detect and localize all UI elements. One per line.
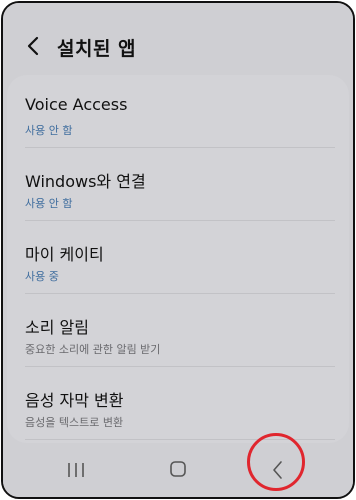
list-item-windows-link[interactable]: Windows와 연결 사용 안 함 bbox=[7, 148, 349, 220]
item-description: 중요한 소리에 관한 알림 받기 bbox=[25, 343, 161, 356]
item-description: 음성을 텍스트로 변환 bbox=[25, 416, 124, 429]
item-status: 사용 안 함 bbox=[25, 124, 73, 137]
item-title: 소리 알림 bbox=[25, 318, 89, 337]
item-status: 사용 중 bbox=[25, 270, 59, 283]
list-item-voice-access[interactable]: Voice Access 사용 안 함 bbox=[7, 75, 349, 147]
back-button-highlight-circle bbox=[247, 433, 305, 491]
item-title: 마이 케이티 bbox=[25, 245, 104, 264]
list-item-sound-notifications[interactable]: 소리 알림 중요한 소리에 관한 알림 받기 bbox=[7, 294, 349, 366]
item-title: 음성 자막 변환 bbox=[25, 391, 124, 410]
item-status: 사용 안 함 bbox=[25, 197, 73, 210]
device-frame: 설치된 앱 Voice Access 사용 안 함 Windows와 연결 사용… bbox=[1, 1, 355, 499]
header: 설치된 앱 bbox=[3, 3, 353, 73]
item-title: Windows와 연결 bbox=[25, 172, 146, 191]
item-title: Voice Access bbox=[25, 95, 128, 114]
home-icon[interactable] bbox=[163, 457, 193, 483]
recent-apps-icon[interactable] bbox=[61, 457, 91, 483]
list-item-my-kt[interactable]: 마이 케이티 사용 중 bbox=[7, 221, 349, 293]
page-title: 설치된 앱 bbox=[57, 38, 137, 60]
chevron-left-icon[interactable] bbox=[21, 33, 47, 59]
app-list: Voice Access 사용 안 함 Windows와 연결 사용 안 함 마… bbox=[7, 75, 349, 443]
list-item-live-transcribe[interactable]: 음성 자막 변환 음성을 텍스트로 변환 bbox=[7, 367, 349, 439]
